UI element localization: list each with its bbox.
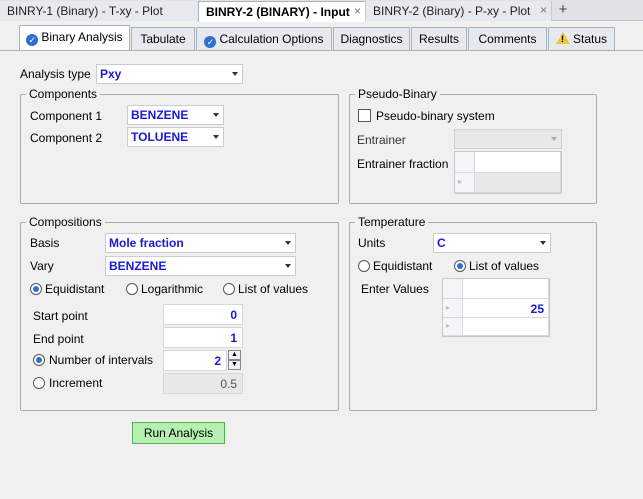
grid-header-cell xyxy=(475,152,561,173)
doc-tab-label: BINRY-2 (BINARY) - Input xyxy=(206,5,350,19)
tab-label: Calculation Options xyxy=(219,32,324,46)
number-of-intervals-label: Number of intervals xyxy=(49,353,154,367)
document-tab-strip: BINRY-1 (Binary) - T-xy - Plot BINRY-2 (… xyxy=(0,0,643,22)
close-tab-icon[interactable]: × xyxy=(354,4,361,18)
analysis-type-value: Pxy xyxy=(100,67,122,81)
tab-label: Tabulate xyxy=(140,32,186,46)
chevron-down-icon xyxy=(213,113,219,117)
component1-label: Component 1 xyxy=(30,109,103,123)
entrainer-fraction-label: Entrainer fraction xyxy=(357,157,449,171)
component2-select[interactable]: TOLUENE xyxy=(127,127,224,147)
grid-row-header: ▸ xyxy=(455,173,475,193)
doc-tab-binry2-pxy-plot[interactable]: BINRY-2 (Binary) - P-xy - Plot × xyxy=(366,1,552,21)
temperature-list-of-values-radio[interactable] xyxy=(454,260,466,272)
tab-label: Comments xyxy=(478,32,537,46)
composition-equidistant-radio[interactable] xyxy=(30,283,42,295)
vary-value: BENZENE xyxy=(109,259,167,273)
end-point-label: End point xyxy=(33,332,84,346)
tab-label: Diagnostics xyxy=(340,32,403,46)
vary-label: Vary xyxy=(30,259,54,273)
component1-value: BENZENE xyxy=(131,108,189,122)
temperature-legend: Temperature xyxy=(358,215,426,229)
grid-header-cell xyxy=(443,279,463,299)
pseudo-binary-legend: Pseudo-Binary xyxy=(358,87,437,101)
pseudo-binary-checkbox[interactable] xyxy=(358,109,371,122)
composition-logarithmic-radio[interactable] xyxy=(126,283,138,295)
components-legend: Components xyxy=(29,87,98,101)
pseudo-binary-checkbox-label: Pseudo-binary system xyxy=(376,109,495,123)
tab-results[interactable]: Results xyxy=(411,27,467,50)
doc-tab-binry2-input[interactable]: BINRY-2 (BINARY) - Input × xyxy=(198,1,366,22)
chevron-down-icon xyxy=(285,241,291,245)
temperature-values-grid[interactable]: ▸ 25 ▸ xyxy=(442,278,550,337)
temperature-equidistant-label: Equidistant xyxy=(373,259,433,273)
spin-up-icon[interactable]: ▲ xyxy=(228,350,241,360)
entrainer-fraction-grid[interactable]: ▸ xyxy=(454,151,562,194)
tab-label: Results xyxy=(418,32,459,46)
grid-header-cell xyxy=(455,152,475,173)
increment-input[interactable]: 0.5 xyxy=(163,373,243,394)
close-tab-icon[interactable]: × xyxy=(540,3,547,17)
tab-calculation-options[interactable]: ✓ Calculation Options xyxy=(196,27,332,50)
temperature-units-select[interactable]: C xyxy=(433,233,551,253)
tab-binary-analysis[interactable]: ✓ Binary Analysis xyxy=(19,25,130,51)
grid-cell[interactable] xyxy=(475,173,561,193)
basis-select[interactable]: Mole fraction xyxy=(105,233,296,253)
check-circle-icon: ✓ xyxy=(26,34,39,46)
tab-diagnostics[interactable]: Diagnostics xyxy=(333,27,410,50)
start-point-label: Start point xyxy=(33,309,88,323)
grid-row-header: ▸ xyxy=(443,318,463,336)
composition-logarithmic-label: Logarithmic xyxy=(141,282,204,296)
component2-label: Component 2 xyxy=(30,131,103,145)
doc-tab-binry1-txy-plot[interactable]: BINRY-1 (Binary) - T-xy - Plot xyxy=(0,1,199,21)
analysis-type-label: Analysis type xyxy=(20,67,91,81)
intervals-spinner[interactable]: ▲ ▼ xyxy=(228,350,241,370)
spin-down-icon[interactable]: ▼ xyxy=(228,360,241,370)
chevron-down-icon xyxy=(551,137,557,141)
component2-value: TOLUENE xyxy=(131,130,189,144)
chevron-down-icon xyxy=(232,72,238,76)
temperature-units-label: Units xyxy=(358,236,386,250)
new-tab-plus-icon[interactable]: + xyxy=(555,0,571,20)
entrainer-select[interactable] xyxy=(454,129,562,149)
basis-value: Mole fraction xyxy=(109,236,184,250)
warning-icon: ! xyxy=(555,32,570,44)
check-circle-icon: ✓ xyxy=(204,36,217,48)
analysis-type-select[interactable]: Pxy xyxy=(96,64,243,84)
number-of-intervals-input[interactable]: 2 xyxy=(163,350,227,371)
chevron-down-icon xyxy=(540,241,546,245)
compositions-legend: Compositions xyxy=(29,215,102,229)
tab-tabulate[interactable]: Tabulate xyxy=(131,27,195,50)
tab-status[interactable]: ! Status xyxy=(548,27,615,50)
increment-label: Increment xyxy=(49,376,103,390)
end-point-input[interactable]: 1 xyxy=(163,327,243,348)
temperature-list-of-values-label: List of values xyxy=(469,259,540,273)
run-analysis-button[interactable]: Run Analysis xyxy=(132,422,225,444)
increment-radio[interactable] xyxy=(33,377,45,389)
doc-tab-label: BINRY-1 (Binary) - T-xy - Plot xyxy=(7,4,163,18)
temperature-equidistant-radio[interactable] xyxy=(358,260,370,272)
start-point-input[interactable]: 0 xyxy=(163,304,243,325)
number-of-intervals-radio[interactable] xyxy=(33,354,45,366)
vary-select[interactable]: BENZENE xyxy=(105,256,296,276)
grid-header-cell xyxy=(463,279,549,299)
enter-values-label: Enter Values xyxy=(361,282,429,296)
composition-equidistant-label: Equidistant xyxy=(45,282,105,296)
doc-tab-label: BINRY-2 (Binary) - P-xy - Plot xyxy=(373,4,531,18)
temperature-units-value: C xyxy=(437,236,446,250)
entrainer-label: Entrainer xyxy=(357,133,406,147)
temperature-value-cell[interactable]: 25 xyxy=(463,299,549,318)
chevron-down-icon xyxy=(213,135,219,139)
component1-select[interactable]: BENZENE xyxy=(127,105,224,125)
composition-list-of-values-label: List of values xyxy=(238,282,309,296)
chevron-down-icon xyxy=(285,264,291,268)
tab-label: Status xyxy=(572,32,608,46)
tab-comments[interactable]: Comments xyxy=(468,27,547,50)
grid-row-header: ▸ xyxy=(443,299,463,318)
basis-label: Basis xyxy=(30,236,60,250)
tab-label: Binary Analysis xyxy=(41,30,123,44)
composition-list-of-values-radio[interactable] xyxy=(223,283,235,295)
grid-cell[interactable] xyxy=(463,318,549,336)
